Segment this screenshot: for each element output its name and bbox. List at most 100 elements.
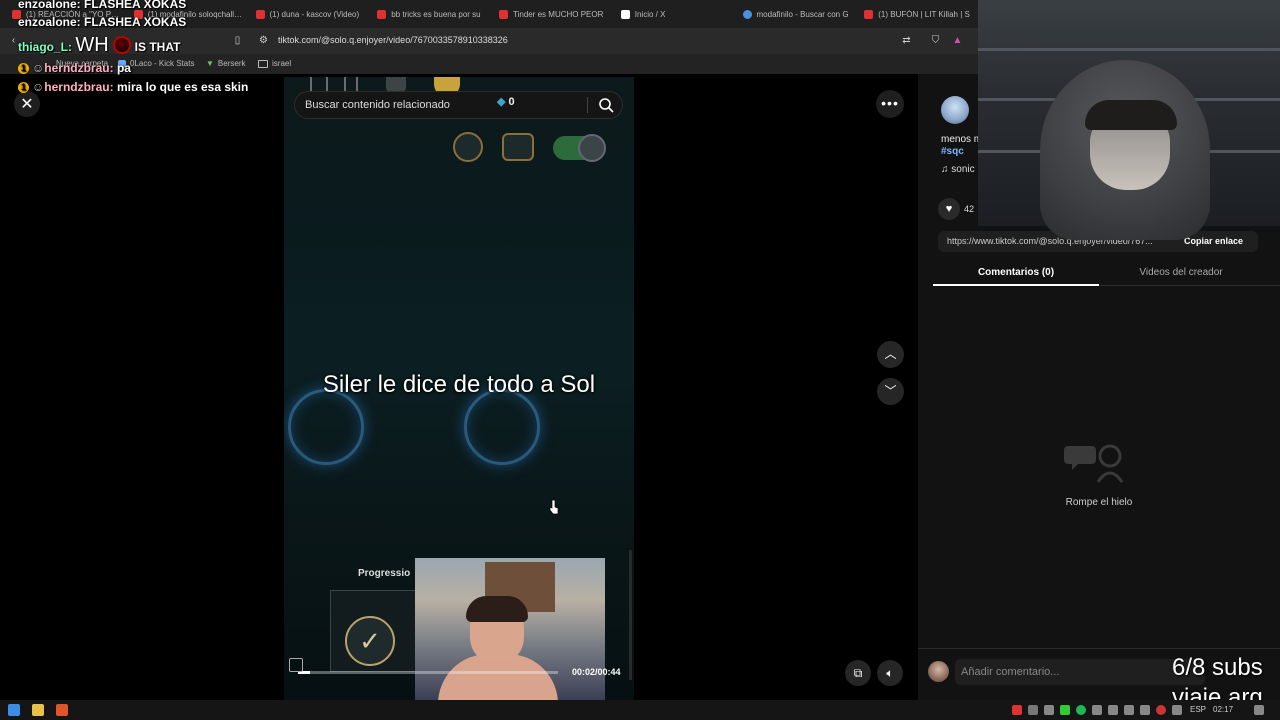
- gem-counter: ◆ 0: [497, 96, 515, 108]
- video-description: menos m: [941, 134, 983, 145]
- empty-comments-text: Rompe el hielo: [1065, 497, 1133, 508]
- pip-icon[interactable]: [289, 658, 303, 672]
- youtube-icon: [255, 9, 265, 19]
- chat-message: thiago_L: WH IS THAT: [18, 34, 181, 56]
- tray-icon[interactable]: [1076, 705, 1086, 715]
- folder-icon: [258, 59, 268, 68]
- seek-bar[interactable]: [298, 671, 558, 674]
- badge-icon: 1: [18, 82, 29, 93]
- game-toggle-knob: [578, 134, 606, 162]
- webcam-shelf: [978, 48, 1280, 51]
- creator-avatar[interactable]: [941, 96, 969, 124]
- youtube-icon: [377, 9, 387, 19]
- chevron-up-icon: ︿: [884, 347, 897, 361]
- bookmarks-bar: Nueva carpeta 0Laco - Kick Stats ▼ Berser…: [0, 54, 980, 74]
- search-icon[interactable]: [598, 97, 614, 113]
- copy-link-button[interactable]: Copiar enlace: [1184, 236, 1243, 246]
- empty-comments-icon: [1064, 444, 1124, 483]
- brave-shield-icon[interactable]: ⛉: [930, 35, 941, 46]
- google-icon: [742, 9, 752, 19]
- youtube-icon: [499, 9, 508, 19]
- browser-tab[interactable]: (1) BUFÓN | LIT Killah | S: [858, 0, 980, 28]
- chat-message: 1 ☺herndzbrau: mira lo que es esa skin: [18, 80, 248, 94]
- active-tab-indicator: [933, 284, 1099, 286]
- tray-icon[interactable]: [1172, 705, 1182, 715]
- like-button[interactable]: ♥: [938, 198, 960, 220]
- screen: (1) REACCIÓN a "YO PRA... (1) modafinilo…: [0, 0, 1280, 720]
- game-stats-button: [502, 133, 534, 161]
- notifications-icon[interactable]: [1254, 705, 1264, 715]
- related-search-input[interactable]: Buscar contenido relacionado: [294, 91, 623, 119]
- tray-icon[interactable]: [1124, 705, 1134, 715]
- language-indicator[interactable]: ESP: [1190, 705, 1206, 714]
- clock[interactable]: 02:17: [1213, 705, 1233, 714]
- emote-icon: [112, 36, 131, 54]
- music-link[interactable]: ♫ sonic: [941, 164, 975, 175]
- video-time: 00:02/00:44: [572, 667, 621, 677]
- brave-rewards-icon[interactable]: ▲: [952, 35, 963, 46]
- close-button[interactable]: ✕: [14, 91, 40, 117]
- tray-icon[interactable]: [1140, 705, 1150, 715]
- tray-icon[interactable]: [1156, 705, 1166, 715]
- hashtag-link[interactable]: #sqc: [941, 146, 964, 157]
- ability-orb: [464, 389, 540, 465]
- tray-icon[interactable]: [1092, 705, 1102, 715]
- emote-icon: ☺: [32, 61, 45, 75]
- browser-tab[interactable]: Tinder es MUCHO PEOR: [493, 0, 615, 28]
- floating-player-icon: ⧉: [853, 666, 863, 680]
- bookmark-item[interactable]: israel: [258, 59, 291, 68]
- tray-icon[interactable]: [1012, 705, 1022, 715]
- tab-creator-videos[interactable]: Videos del creador: [1099, 267, 1263, 278]
- chat-message: enzoalone: FLASHEA XOKAS: [18, 0, 187, 11]
- ellipsis-icon: •••: [881, 95, 899, 111]
- emote-icon: ☺: [32, 80, 45, 94]
- translate-icon[interactable]: ⇄: [901, 35, 912, 46]
- heart-icon: ♥: [945, 203, 953, 215]
- hand-cursor-icon: [549, 499, 559, 515]
- check-icon: ✓: [345, 616, 395, 666]
- tray-icon[interactable]: [1028, 705, 1038, 715]
- comment-input[interactable]: Añadir comentario...: [955, 659, 1205, 685]
- floating-player-button[interactable]: ⧉: [845, 660, 871, 686]
- gem-icon: ◆: [497, 96, 506, 108]
- browser-tab[interactable]: Inicio / X: [615, 0, 737, 28]
- game-progress-label: Progressio: [358, 568, 411, 579]
- chevron-down-icon: ﹀: [884, 384, 897, 398]
- brave-browser-icon[interactable]: [56, 704, 68, 716]
- windows-start-icon[interactable]: [8, 704, 20, 716]
- volume-button[interactable]: 🔈︎: [877, 660, 903, 686]
- previous-video-button[interactable]: ︿: [877, 341, 904, 368]
- tab-comments[interactable]: Comentarios (0): [933, 267, 1099, 278]
- video-scroll-track: [629, 550, 632, 680]
- url-text[interactable]: tiktok.com/@solo.q.enjoyer/video/7670033…: [278, 35, 508, 45]
- taskbar: ESP 02:17: [0, 700, 1280, 720]
- close-icon: ✕: [20, 96, 34, 113]
- x-logo-icon: [620, 9, 630, 19]
- bookmark-icon[interactable]: ▯: [232, 35, 243, 46]
- webcam-person-hair: [1085, 100, 1177, 130]
- berserk-icon: ▼: [206, 59, 214, 68]
- youtube-icon: [864, 9, 874, 19]
- video-caption: Siler le dice de todo a Sol: [322, 371, 596, 398]
- chat-message: 1 ☺herndzbrau: pa: [18, 61, 131, 75]
- bookmark-item[interactable]: ▼ Berserk: [206, 59, 245, 68]
- browser-tab[interactable]: (1) duna - kascov (Video): [250, 0, 372, 28]
- next-video-button[interactable]: ﹀: [877, 378, 904, 405]
- file-explorer-icon[interactable]: [32, 704, 44, 716]
- like-count: 42: [964, 204, 975, 214]
- tray-icon[interactable]: [1108, 705, 1118, 715]
- chat-message: enzoalone: FLASHEA XOKAS: [18, 15, 187, 29]
- game-cards-button: [453, 132, 483, 162]
- tray-icon[interactable]: [1044, 705, 1054, 715]
- browser-tab[interactable]: modafinilo - Buscar con G: [737, 0, 859, 28]
- user-avatar: [928, 661, 949, 682]
- ability-orb: [288, 389, 364, 465]
- more-options-button[interactable]: •••: [876, 90, 904, 118]
- comment-bar-divider: [918, 648, 1280, 649]
- badge-icon: 1: [18, 63, 29, 74]
- video-webcam-hair: [466, 596, 528, 622]
- tray-icon[interactable]: [1060, 705, 1070, 715]
- site-settings-icon[interactable]: ⚙: [258, 35, 269, 46]
- browser-tab[interactable]: bb tricks es buena por su: [371, 0, 493, 28]
- search-divider: [587, 97, 588, 113]
